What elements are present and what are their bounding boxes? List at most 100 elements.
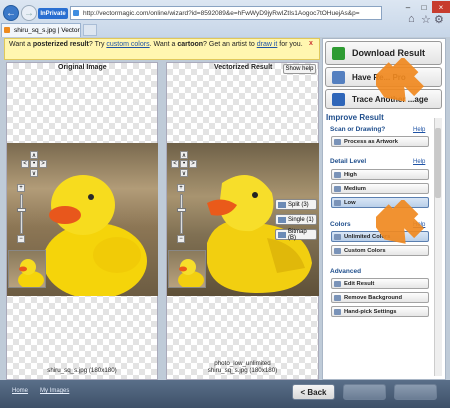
show-help-button[interactable]: Show help: [283, 64, 316, 74]
detail-medium-label: Medium: [344, 185, 366, 192]
pan-down-button[interactable]: ∨: [180, 169, 188, 177]
banner-text: ? Get an artist to: [203, 41, 257, 48]
original-image-label: Original Image: [58, 64, 107, 71]
settings-icon: [334, 309, 341, 315]
home-link[interactable]: Home: [12, 388, 28, 394]
view-bitmap-label: Bitmap (B): [288, 228, 307, 241]
pan-center-button[interactable]: •: [30, 160, 38, 168]
detail-low-label: Low: [344, 199, 356, 206]
edit-result-button[interactable]: Edit Result: [331, 278, 429, 289]
colors-heading: Colors: [330, 221, 351, 228]
edit-result-label: Edit Result: [344, 280, 375, 287]
draw-it-link[interactable]: draw it: [257, 41, 278, 48]
tutorial-arrow-icon: [376, 200, 424, 244]
home-icon[interactable]: ⌂: [408, 13, 415, 25]
detail-medium-button[interactable]: Medium: [331, 183, 429, 194]
duck-thumbnail: [18, 259, 44, 287]
back-button[interactable]: < Back: [292, 384, 335, 400]
hand-pick-settings-label: Hand-pick Settings: [344, 308, 397, 315]
single-view-icon: [278, 217, 286, 223]
pro-icon: [332, 71, 345, 84]
pan-up-button[interactable]: ∧: [30, 151, 38, 159]
vectorized-result-label: Vectorized Result: [214, 64, 273, 71]
footer-disabled-button: [343, 384, 386, 400]
detail-high-button[interactable]: High: [331, 169, 429, 180]
maximize-button[interactable]: □: [416, 1, 432, 13]
zoom-slider-handle[interactable]: [177, 208, 186, 212]
remove-background-label: Remove Background: [344, 294, 402, 301]
remove-background-icon: [334, 295, 341, 301]
new-tab-button[interactable]: [83, 24, 97, 36]
original-navigator-thumbnail[interactable]: [8, 250, 46, 288]
process-as-artwork-button[interactable]: Process as Artwork: [331, 136, 429, 147]
vectorized-filename-line1: photo_low_unlimited: [214, 360, 271, 367]
banner-text: ? Try: [88, 41, 107, 48]
vectorized-navigator-thumbnail[interactable]: [168, 250, 206, 288]
detail-high-label: High: [344, 171, 357, 178]
browser-forward-button[interactable]: →: [21, 5, 37, 21]
download-arrow-icon: [332, 47, 345, 60]
detail-help-link[interactable]: Help: [413, 159, 425, 165]
trace-icon: [332, 93, 345, 106]
close-window-button[interactable]: ×: [432, 1, 450, 13]
my-images-link[interactable]: My Images: [40, 388, 69, 394]
zoom-in-button[interactable]: +: [177, 184, 185, 192]
minimize-button[interactable]: –: [400, 1, 416, 13]
pan-left-button[interactable]: <: [171, 160, 179, 168]
edit-icon: [334, 281, 341, 287]
site-favicon-icon: [73, 10, 79, 16]
view-split-label: Split (3): [288, 201, 309, 208]
view-bitmap-button[interactable]: Bitmap (B): [275, 228, 317, 241]
browser-back-button[interactable]: ←: [3, 5, 19, 21]
artwork-icon: [334, 139, 341, 145]
view-split-button[interactable]: Split (3): [275, 199, 317, 210]
detail-high-icon: [334, 172, 341, 178]
download-label: Download Result: [352, 48, 426, 58]
scan-help-link[interactable]: Help: [413, 127, 425, 133]
address-bar[interactable]: http://vectormagic.com/online/wizard?id=…: [70, 6, 382, 20]
banner-text: for you.: [277, 41, 303, 48]
zoom-out-button[interactable]: −: [177, 235, 185, 243]
detail-medium-icon: [334, 186, 341, 192]
palette-icon: [334, 234, 341, 240]
duck-thumbnail: [178, 259, 204, 287]
banner-bold: posterized result: [32, 41, 89, 48]
pan-right-button[interactable]: >: [39, 160, 47, 168]
banner-text: Want a: [9, 41, 33, 48]
detail-low-icon: [334, 200, 341, 206]
banner-text: . Want a: [149, 41, 178, 48]
promo-banner: Want a posterized result? Try custom col…: [4, 38, 320, 60]
favorites-star-icon[interactable]: ☆: [421, 13, 431, 26]
hand-pick-settings-button[interactable]: Hand-pick Settings: [331, 306, 429, 317]
banner-bold: cartoon: [177, 41, 204, 48]
zoom-slider-handle[interactable]: [17, 208, 26, 212]
zoom-slider[interactable]: [20, 194, 23, 234]
zoom-out-button[interactable]: −: [17, 235, 25, 243]
remove-background-button[interactable]: Remove Background: [331, 292, 429, 303]
bitmap-view-icon: [278, 232, 286, 238]
view-single-button[interactable]: Single (1): [275, 214, 317, 225]
inprivate-badge: InPrivate: [38, 8, 68, 19]
view-single-label: Single (1): [288, 216, 314, 223]
sidebar-scrollbar-thumb[interactable]: [435, 128, 441, 198]
pan-left-button[interactable]: <: [21, 160, 29, 168]
pan-right-button[interactable]: >: [189, 160, 197, 168]
pan-up-button[interactable]: ∧: [180, 151, 188, 159]
original-filename: shiru_sq_s.jpg (180x180): [47, 367, 117, 374]
tab-favicon-icon: [4, 27, 10, 33]
pan-down-button[interactable]: ∨: [30, 169, 38, 177]
improve-result-heading: Improve Result: [326, 113, 384, 122]
tutorial-arrow-icon: [376, 58, 424, 102]
advanced-heading: Advanced: [330, 268, 362, 275]
zoom-slider[interactable]: [180, 194, 183, 234]
zoom-in-button[interactable]: +: [17, 184, 25, 192]
custom-palette-icon: [334, 248, 341, 254]
settings-gear-icon[interactable]: ⚙: [434, 13, 444, 26]
pan-center-button[interactable]: •: [180, 160, 188, 168]
detail-level-heading: Detail Level: [330, 158, 367, 165]
split-view-icon: [278, 202, 286, 208]
scan-or-drawing-heading: Scan or Drawing?: [330, 126, 386, 133]
custom-colors-link[interactable]: custom colors: [106, 41, 149, 48]
banner-close-icon[interactable]: x: [309, 40, 313, 47]
browser-tab[interactable]: shiru_sq_s.jpg | Vector ...: [1, 23, 81, 37]
